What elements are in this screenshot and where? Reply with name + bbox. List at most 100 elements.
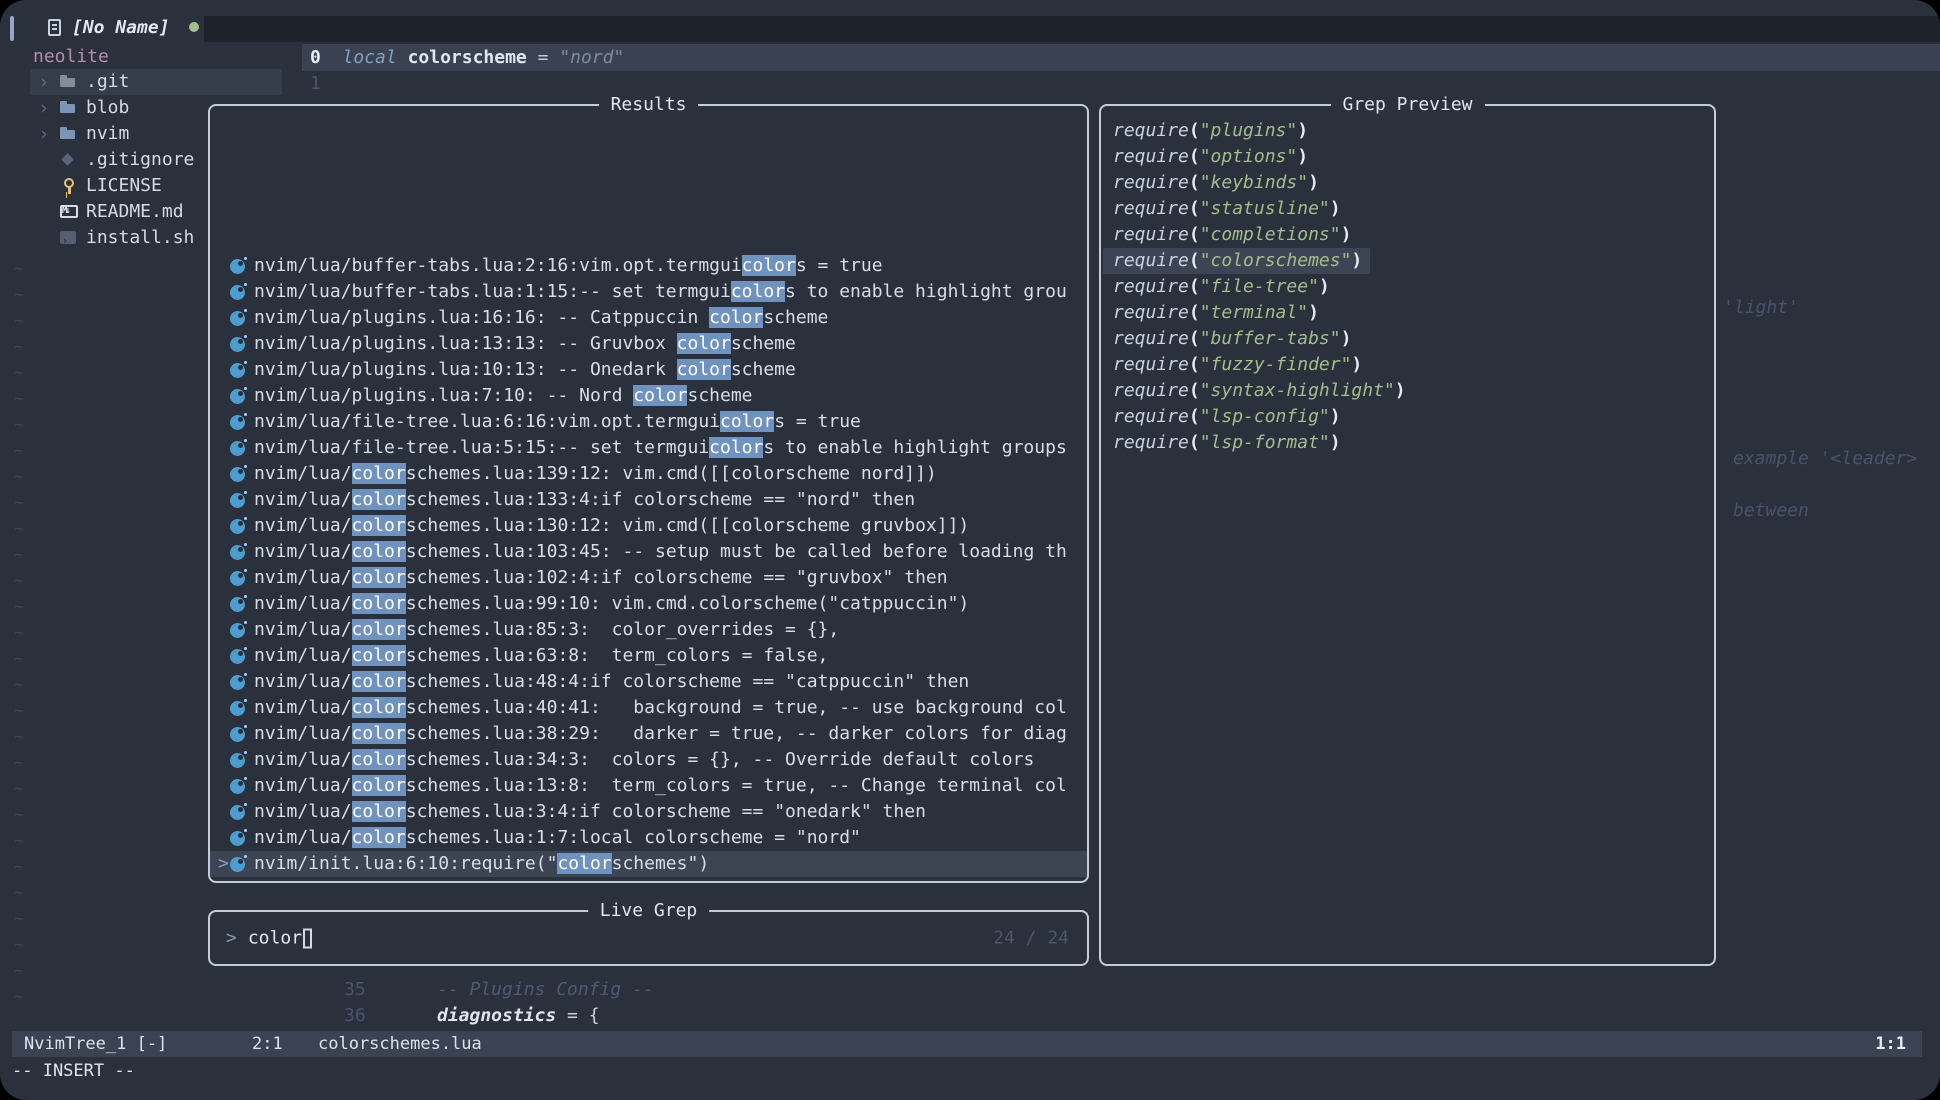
chevron-right-icon: › — [38, 69, 49, 95]
result-row[interactable]: nvim/lua/colorschemes.lua:85:3: color_ov… — [210, 617, 1087, 643]
preview-line-text: require("lsp-format") — [1103, 430, 1349, 456]
result-text: nvim/lua/colorschemes.lua:130:12: vim.cm… — [254, 515, 969, 536]
match-highlight: color — [720, 411, 774, 432]
result-text-post: schemes") — [612, 853, 710, 874]
result-row[interactable]: nvim/lua/plugins.lua:10:13: -- Onedark c… — [210, 357, 1087, 383]
preview-line: require("options") — [1113, 144, 1708, 170]
tilde-marker: ~ — [14, 984, 24, 1010]
paren-token: ) — [1297, 146, 1308, 167]
tilde-marker: ~ — [14, 672, 24, 698]
tilde-marker: ~ — [14, 776, 24, 802]
result-text: nvim/lua/colorschemes.lua:34:3: colors =… — [254, 749, 1034, 770]
buffer-tab[interactable]: [No Name] — [48, 12, 199, 42]
match-highlight: color — [352, 489, 406, 510]
result-row[interactable]: nvim/lua/buffer-tabs.lua:2:16:vim.opt.te… — [210, 253, 1087, 279]
result-row[interactable]: nvim/lua/colorschemes.lua:13:8: term_col… — [210, 773, 1087, 799]
result-text: nvim/lua/colorschemes.lua:133:4:if color… — [254, 489, 915, 510]
result-text-post: schemes.lua:3:4:if colorscheme == "oneda… — [406, 801, 926, 822]
lua-icon — [230, 285, 245, 300]
live-grep-panel: Live Grep > color 24 / 24 — [208, 910, 1089, 966]
grep-preview-panel: Grep Preview require("plugins")require("… — [1099, 104, 1716, 966]
result-text: nvim/lua/colorschemes.lua:38:29: darker … — [254, 723, 1067, 744]
line-number: 0 — [310, 47, 321, 68]
result-row[interactable]: nvim/lua/colorschemes.lua:1:7:local colo… — [210, 825, 1087, 851]
result-row[interactable]: nvim/lua/buffer-tabs.lua:1:15:-- set ter… — [210, 279, 1087, 305]
result-row[interactable]: >nvim/init.lua:6:10:require("colorscheme… — [210, 851, 1087, 877]
preview-line-text: require("file-tree") — [1103, 274, 1338, 300]
folder-icon — [60, 100, 77, 115]
paren-token: ( — [1189, 250, 1200, 271]
match-highlight: color — [557, 853, 611, 874]
grep-input[interactable]: > color — [226, 928, 312, 949]
match-highlight: color — [677, 359, 731, 380]
function-token: require — [1113, 198, 1189, 219]
preview-line: require("terminal") — [1113, 300, 1708, 326]
result-text-post: schemes.lua:63:8: term_colors = false, — [406, 645, 829, 666]
line-number-36: 36 — [344, 1005, 366, 1026]
function-token: require — [1113, 432, 1189, 453]
paren-token: ( — [1189, 198, 1200, 219]
statusline-filename: colorschemes.lua — [318, 1031, 482, 1057]
result-row[interactable]: nvim/lua/plugins.lua:16:16: -- Catppucci… — [210, 305, 1087, 331]
string-token: "syntax-highlight" — [1200, 380, 1395, 401]
result-row[interactable]: nvim/lua/colorschemes.lua:103:45: -- set… — [210, 539, 1087, 565]
paren-token: ) — [1351, 250, 1362, 271]
result-text: nvim/lua/colorschemes.lua:13:8: term_col… — [254, 775, 1067, 796]
sidebar-tildes: ~~~~~~~~~~~~~~~~~~~~~~~~~~~~~ — [14, 256, 24, 1010]
tree-item-label: README.md — [86, 201, 184, 222]
result-text-pre: nvim/lua/plugins.lua:10:13: -- Onedark — [254, 359, 677, 380]
lua-icon — [230, 311, 245, 326]
chevron-right-icon: › — [38, 95, 49, 121]
result-text: nvim/lua/colorschemes.lua:102:4:if color… — [254, 567, 948, 588]
result-text-pre: nvim/lua/ — [254, 541, 352, 562]
match-highlight: color — [352, 775, 406, 796]
result-row[interactable]: nvim/lua/plugins.lua:7:10: -- Nord color… — [210, 383, 1087, 409]
function-token: require — [1113, 328, 1189, 349]
string-token: "buffer-tabs" — [1200, 328, 1341, 349]
background-text-light: 'light' — [1723, 297, 1799, 318]
result-text: nvim/lua/colorschemes.lua:85:3: color_ov… — [254, 619, 839, 640]
result-row[interactable]: nvim/lua/colorschemes.lua:139:12: vim.cm… — [210, 461, 1087, 487]
lua-icon — [230, 571, 245, 586]
result-row[interactable]: nvim/lua/plugins.lua:13:13: -- Gruvbox c… — [210, 331, 1087, 357]
lua-icon — [230, 519, 245, 534]
result-row[interactable]: nvim/lua/colorschemes.lua:130:12: vim.cm… — [210, 513, 1087, 539]
result-row[interactable]: nvim/lua/colorschemes.lua:34:3: colors =… — [210, 747, 1087, 773]
lua-icon — [230, 441, 245, 456]
result-text: nvim/lua/plugins.lua:7:10: -- Nord color… — [254, 385, 753, 406]
paren-token: ( — [1189, 146, 1200, 167]
result-text: nvim/lua/colorschemes.lua:1:7:local colo… — [254, 827, 861, 848]
result-row[interactable]: nvim/lua/colorschemes.lua:40:41: backgro… — [210, 695, 1087, 721]
lua-icon — [230, 467, 245, 482]
statusline-position: 2:1 — [252, 1031, 283, 1057]
string-token: "statusline" — [1200, 198, 1330, 219]
result-text: nvim/lua/file-tree.lua:6:16:vim.opt.term… — [254, 411, 861, 432]
result-row[interactable]: nvim/lua/colorschemes.lua:102:4:if color… — [210, 565, 1087, 591]
match-highlight: color — [633, 385, 687, 406]
result-counter: 24 / 24 — [993, 928, 1069, 949]
function-token: require — [1113, 354, 1189, 375]
result-row[interactable]: nvim/lua/colorschemes.lua:133:4:if color… — [210, 487, 1087, 513]
preview-list: require("plugins")require("options")requ… — [1113, 118, 1708, 456]
result-text-post: scheme — [687, 385, 752, 406]
match-highlight: color — [352, 515, 406, 536]
tab-indicator-bar — [10, 16, 14, 41]
result-row[interactable]: nvim/lua/colorschemes.lua:48:4:if colors… — [210, 669, 1087, 695]
result-row[interactable]: nvim/lua/colorschemes.lua:3:4:if colorsc… — [210, 799, 1087, 825]
result-text-post: schemes.lua:1:7:local colorscheme = "nor… — [406, 827, 861, 848]
result-row[interactable]: nvim/lua/colorschemes.lua:63:8: term_col… — [210, 643, 1087, 669]
result-row[interactable]: nvim/lua/file-tree.lua:6:16:vim.opt.term… — [210, 409, 1087, 435]
paren-token: ( — [1189, 276, 1200, 297]
preview-line-text: require("lsp-config") — [1103, 404, 1349, 430]
paren-token: ( — [1189, 380, 1200, 401]
tree-item--git[interactable]: ›.git — [30, 69, 282, 95]
lua-icon — [230, 389, 245, 404]
result-row[interactable]: nvim/lua/file-tree.lua:5:15:-- set termg… — [210, 435, 1087, 461]
lua-icon — [230, 857, 245, 872]
result-row[interactable]: nvim/lua/colorschemes.lua:38:29: darker … — [210, 721, 1087, 747]
preview-line: require("lsp-config") — [1113, 404, 1708, 430]
paren-token: ) — [1330, 406, 1341, 427]
match-highlight: color — [352, 593, 406, 614]
tilde-marker: ~ — [14, 828, 24, 854]
result-row[interactable]: nvim/lua/colorschemes.lua:99:10: vim.cmd… — [210, 591, 1087, 617]
